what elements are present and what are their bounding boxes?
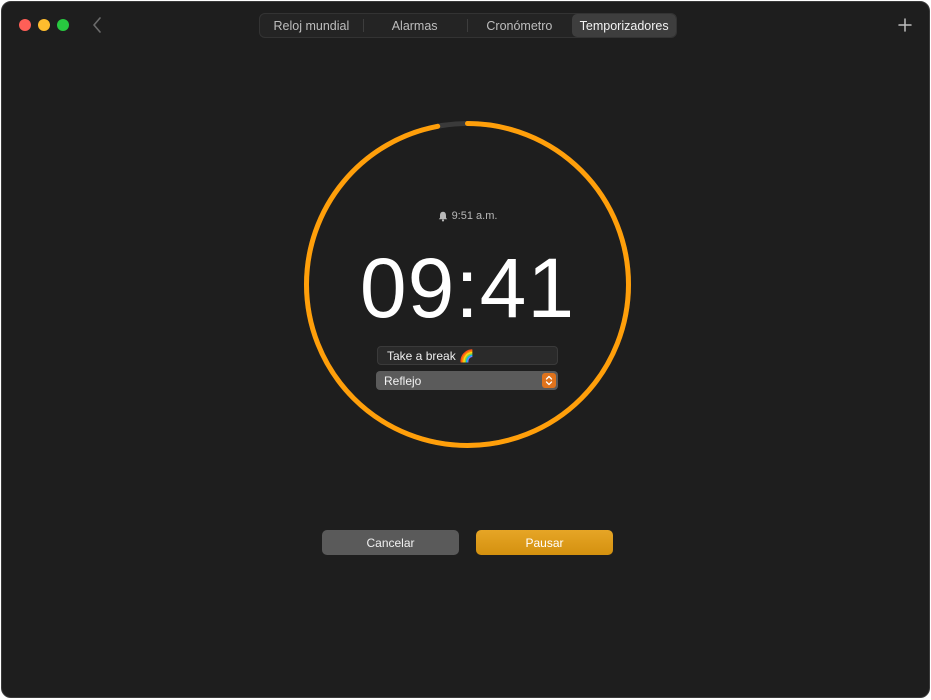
back-button[interactable] xyxy=(88,14,106,36)
timer-label-text: Take a break 🌈 xyxy=(387,348,474,363)
window-controls xyxy=(19,19,69,31)
countdown-display: 09:41 xyxy=(359,241,576,335)
alarm-time-text: 9:51 a.m. xyxy=(451,210,498,222)
close-window-button[interactable] xyxy=(19,19,31,31)
view-tabs: Reloj mundial Alarmas Cronómetro Tempori… xyxy=(259,13,677,38)
alarm-end-time: 9:51 a.m. xyxy=(302,210,633,222)
tab-alarms[interactable]: Alarmas xyxy=(362,14,467,37)
chevron-left-icon xyxy=(93,17,101,33)
tab-timers[interactable]: Temporizadores xyxy=(572,14,676,37)
add-timer-button[interactable] xyxy=(895,14,915,36)
minimize-window-button[interactable] xyxy=(38,19,50,31)
sound-select-value: Reflejo xyxy=(384,373,422,388)
zoom-window-button[interactable] xyxy=(57,19,69,31)
pause-button[interactable]: Pausar xyxy=(476,530,613,555)
timer-label-field[interactable]: Take a break 🌈 xyxy=(377,346,558,365)
bell-icon xyxy=(438,211,447,221)
tab-world-clock[interactable]: Reloj mundial xyxy=(260,14,363,37)
up-down-arrows-icon xyxy=(542,373,556,388)
cancel-button[interactable]: Cancelar xyxy=(322,530,459,555)
plus-icon xyxy=(898,18,912,32)
clock-window: Reloj mundial Alarmas Cronómetro Tempori… xyxy=(1,1,930,698)
sound-select[interactable]: Reflejo xyxy=(376,371,558,390)
tab-stopwatch[interactable]: Cronómetro xyxy=(466,14,573,37)
